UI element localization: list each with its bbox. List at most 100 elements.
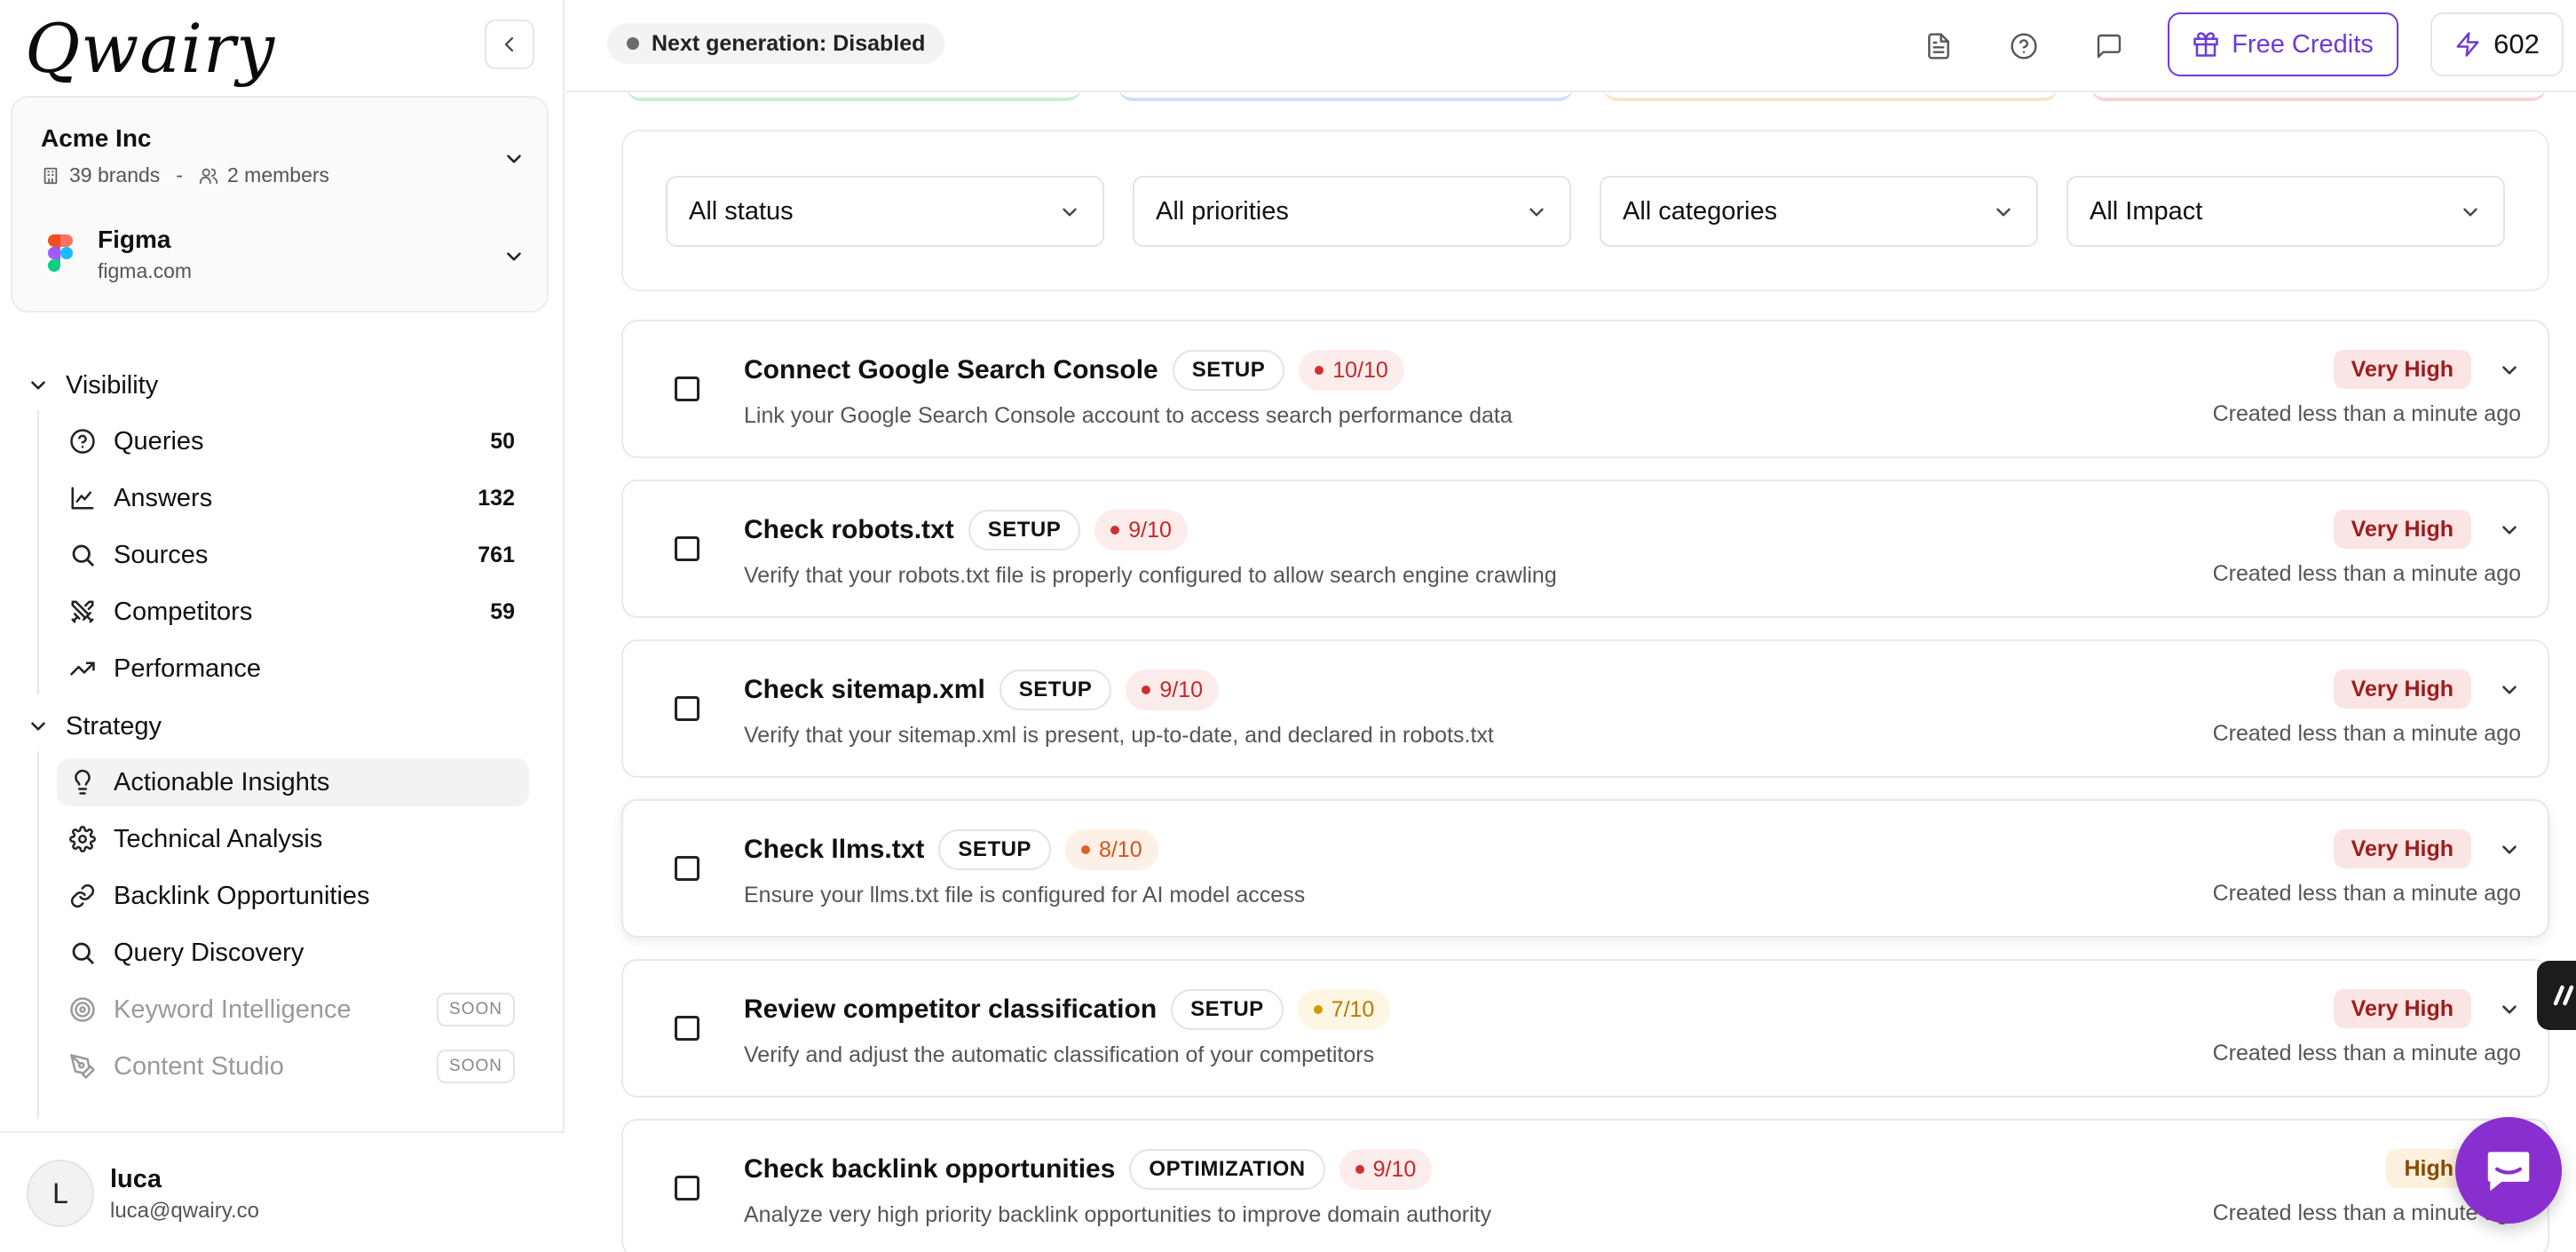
priority-score-badge: 9/10 [1094, 510, 1188, 551]
chevron-down-icon[interactable] [2498, 838, 2521, 861]
chevron-down-icon[interactable] [2498, 998, 2521, 1021]
category-tag: SETUP [968, 510, 1081, 551]
insight-checkbox[interactable] [675, 1176, 699, 1200]
priority-score-badge: 8/10 [1064, 829, 1158, 870]
brand-name[interactable]: Figma [98, 226, 170, 254]
chevron-left-icon [504, 36, 514, 52]
help-button[interactable] [2003, 25, 2045, 67]
lightbulb-icon [67, 767, 98, 797]
impact-filter-value: All Impact [2090, 196, 2203, 226]
insight-description: Analyze very high priority backlink oppo… [744, 1202, 1492, 1227]
swords-icon [67, 597, 98, 627]
priority-filter-select[interactable]: All priorities [1133, 176, 1571, 247]
org-brands-count: 39 brands [69, 163, 161, 186]
sidebar-item-answers[interactable]: Answers 132 [57, 474, 529, 522]
chevron-down-icon[interactable] [502, 147, 525, 170]
feedback-button[interactable] [2088, 25, 2130, 67]
pen-tool-icon [67, 1051, 98, 1082]
collapse-sidebar-button[interactable] [485, 20, 534, 69]
impact-badge: Very High [2333, 510, 2471, 549]
users-icon [199, 168, 218, 184]
free-credits-button[interactable]: Free Credits [2168, 12, 2398, 76]
impact-badge: Very High [2333, 989, 2471, 1028]
nav-section-label: Strategy [66, 711, 162, 741]
credits-balance-button[interactable]: 602 [2430, 12, 2564, 76]
insight-checkbox[interactable] [675, 856, 699, 881]
free-credits-label: Free Credits [2232, 29, 2374, 59]
help-circle-icon [2011, 33, 2037, 59]
insight-card[interactable]: Check sitemap.xml SETUP 9/10 Verify that… [621, 639, 2549, 778]
sidebar-item-sources[interactable]: Sources 761 [57, 531, 529, 579]
sidebar-item-keyword-intelligence[interactable]: Keyword Intelligence SOON [57, 986, 529, 1034]
category-tag: SETUP [938, 829, 1051, 870]
insight-title-row: Review competitor classification SETUP 7… [744, 987, 1391, 1032]
insight-checkbox[interactable] [675, 696, 699, 721]
nav-guide-line [37, 751, 39, 1119]
stat-card-edge [2091, 92, 2546, 101]
created-timestamp: Created less than a minute ago [2212, 561, 2521, 586]
sidebar-item-content-studio[interactable]: Content Studio SOON [57, 1042, 529, 1090]
org-members-count: 2 members [226, 163, 330, 186]
priority-score: 10/10 [1332, 357, 1388, 383]
insight-card[interactable]: Review competitor classification SETUP 7… [621, 959, 2549, 1097]
widget-logo-icon [2553, 985, 2574, 1006]
impact-filter-select[interactable]: All Impact [2066, 176, 2505, 247]
status-filter-select[interactable]: All status [666, 176, 1104, 247]
insight-checkbox[interactable] [675, 536, 699, 561]
app-logo[interactable]: Qwairy [25, 9, 275, 89]
priority-score-badge: 7/10 [1297, 989, 1391, 1030]
sidebar-item-label: Answers [114, 483, 213, 512]
side-widget-tab[interactable] [2537, 961, 2576, 1030]
insight-card[interactable]: Check backlink opportunities OPTIMIZATIO… [621, 1119, 2549, 1252]
sidebar-item-query-discovery[interactable]: Query Discovery [57, 929, 529, 977]
priority-score: 7/10 [1331, 996, 1375, 1022]
category-filter-select[interactable]: All categories [1600, 176, 2038, 247]
priority-score-badge: 9/10 [1339, 1149, 1433, 1190]
sidebar-item-queries[interactable]: Queries 50 [57, 417, 529, 465]
insight-card[interactable]: Check llms.txt SETUP 8/10 Ensure your ll… [621, 799, 2549, 938]
nav-section-visibility[interactable]: Visibility [27, 366, 158, 405]
top-bar: Next generation: Disabled Free Credits 6… [566, 0, 2576, 92]
insight-description: Verify that your robots.txt file is prop… [744, 563, 1557, 588]
chevron-down-icon[interactable] [2498, 678, 2521, 701]
sidebar: Qwairy Acme Inc 39 brands - 2 members Fi… [0, 0, 565, 1252]
docs-button[interactable] [1917, 25, 1960, 67]
user-email: luca@qwairy.co [110, 1199, 259, 1223]
message-square-icon [2097, 34, 2122, 59]
insight-title-row: Connect Google Search Console SETUP 10/1… [744, 348, 1404, 392]
chevron-down-icon[interactable] [502, 245, 525, 268]
filters-panel: All status All priorities All categories… [621, 130, 2549, 291]
chevron-down-icon [2463, 208, 2477, 217]
chevron-down-icon[interactable] [2498, 519, 2521, 542]
sidebar-item-label: Queries [114, 426, 204, 456]
category-tag: SETUP [1171, 989, 1284, 1030]
insight-title-row: Check llms.txt SETUP 8/10 [744, 828, 1158, 872]
created-timestamp: Created less than a minute ago [2212, 721, 2521, 746]
impact-badge: Very High [2333, 350, 2471, 389]
insight-card[interactable]: Check robots.txt SETUP 9/10 Verify that … [621, 479, 2549, 618]
nav-guide-line [37, 410, 39, 694]
sidebar-item-technical-analysis[interactable]: Technical Analysis [57, 815, 529, 863]
sidebar-item-actionable-insights[interactable]: Actionable Insights [57, 758, 529, 806]
generation-status-text: Next generation: Disabled [652, 30, 926, 56]
sidebar-item-label: Backlink Opportunities [114, 881, 370, 910]
chat-support-button[interactable] [2455, 1117, 2562, 1224]
nav-section-strategy[interactable]: Strategy [27, 707, 162, 746]
chevron-down-icon[interactable] [2498, 359, 2521, 382]
insight-card[interactable]: Connect Google Search Console SETUP 10/1… [621, 320, 2549, 458]
sidebar-item-label: Performance [114, 654, 262, 683]
status-filter-value: All status [689, 196, 794, 226]
sidebar-item-competitors[interactable]: Competitors 59 [57, 588, 529, 636]
org-name[interactable]: Acme Inc [41, 124, 152, 153]
insight-checkbox[interactable] [675, 376, 699, 401]
insight-title: Review competitor classification [744, 994, 1158, 1024]
sidebar-item-backlink-opportunities[interactable]: Backlink Opportunities [57, 872, 529, 920]
sidebar-item-count: 761 [478, 542, 515, 567]
insight-checkbox[interactable] [675, 1016, 699, 1041]
sidebar-item-performance[interactable]: Performance [57, 645, 529, 693]
user-profile[interactable]: L luca luca@qwairy.co [0, 1131, 565, 1252]
priority-score-badge: 10/10 [1299, 350, 1404, 391]
sidebar-nav: Visibility Queries 50 Answers 132 Source… [0, 355, 565, 1119]
chevron-down-icon [1996, 208, 2011, 217]
priority-score: 9/10 [1372, 1156, 1417, 1182]
